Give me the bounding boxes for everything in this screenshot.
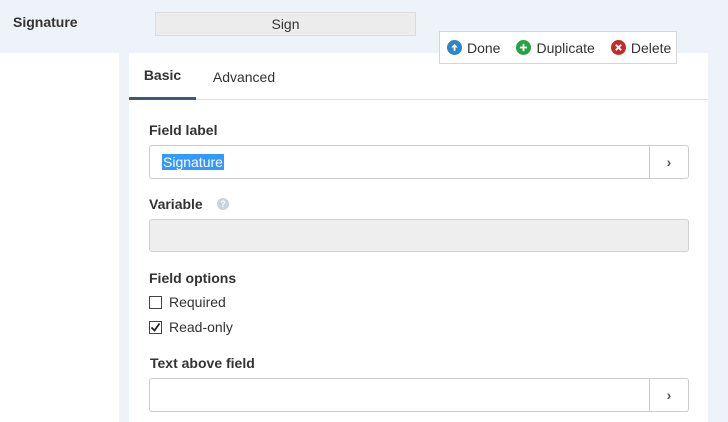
chevron-right-icon: › bbox=[666, 387, 672, 403]
left-gutter bbox=[119, 53, 129, 422]
tab-advanced[interactable]: Advanced bbox=[196, 53, 292, 100]
field-label-value: Signature bbox=[162, 154, 224, 170]
required-checkbox[interactable] bbox=[149, 295, 162, 309]
read-only-label: Read-only bbox=[169, 319, 233, 335]
tab-basic[interactable]: Basic bbox=[129, 53, 196, 100]
variable-heading: Variable bbox=[149, 196, 203, 212]
required-option[interactable]: Required bbox=[149, 294, 226, 310]
variable-input[interactable] bbox=[149, 219, 689, 252]
required-label: Required bbox=[169, 294, 226, 310]
field-label-heading: Field label bbox=[149, 122, 218, 138]
checkmark-icon bbox=[150, 322, 161, 332]
text-above-heading: Text above field bbox=[150, 355, 255, 371]
signature-preview-text: Sign bbox=[271, 16, 300, 32]
right-gutter bbox=[708, 0, 728, 422]
read-only-option[interactable]: Read-only bbox=[149, 319, 233, 335]
field-label-input[interactable]: Signature bbox=[150, 146, 649, 178]
text-above-expand-button[interactable]: › bbox=[649, 379, 688, 411]
field-label-expand-button[interactable]: › bbox=[649, 146, 688, 178]
signature-preview[interactable]: Sign bbox=[155, 12, 416, 36]
text-above-input[interactable] bbox=[150, 379, 649, 411]
tab-bar: Basic Advanced bbox=[129, 53, 708, 100]
help-icon[interactable]: ? bbox=[217, 198, 229, 210]
read-only-checkbox[interactable] bbox=[149, 320, 162, 334]
field-type-title: Signature bbox=[13, 14, 78, 30]
field-options-heading: Field options bbox=[149, 270, 237, 286]
basic-settings-panel: Field label Signature › Variable ? Field… bbox=[129, 100, 708, 422]
text-above-input-group: › bbox=[149, 378, 689, 412]
field-label-input-group: Signature › bbox=[149, 145, 689, 179]
chevron-right-icon: › bbox=[666, 154, 672, 170]
